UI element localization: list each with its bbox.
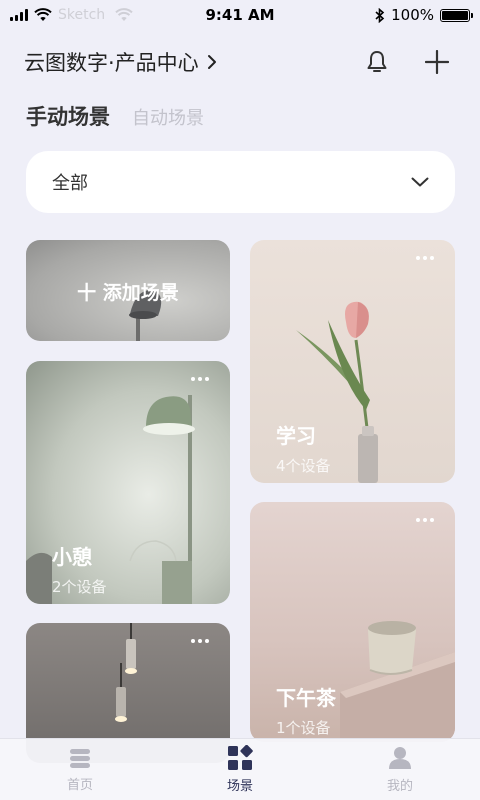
scene-grid-icon bbox=[228, 745, 253, 770]
chevron-right-icon bbox=[207, 55, 216, 69]
bell-icon bbox=[367, 51, 387, 72]
layers-icon bbox=[70, 749, 90, 768]
plus-icon bbox=[425, 50, 449, 74]
filter-value: 全部 bbox=[52, 173, 88, 194]
nav-home[interactable]: 首页 bbox=[20, 746, 140, 793]
battery-icon bbox=[440, 8, 473, 22]
more-options-button[interactable] bbox=[188, 371, 212, 387]
plus-icon: 十 bbox=[77, 282, 103, 304]
scene-label: 小憩 2个设备 bbox=[52, 541, 107, 597]
wifi-icon bbox=[34, 8, 52, 21]
header-actions bbox=[364, 49, 456, 75]
more-options-button[interactable] bbox=[413, 512, 437, 528]
scene-label: 学习 4个设备 bbox=[276, 420, 331, 476]
scene-device-count: 4个设备 bbox=[276, 457, 331, 475]
scene-label: 下午茶 1个设备 bbox=[276, 682, 336, 738]
wifi-icon bbox=[115, 8, 133, 21]
bluetooth-icon bbox=[375, 7, 385, 23]
tab-manual-scenes[interactable]: 手动场景 bbox=[26, 101, 110, 131]
scene-card-nap[interactable]: 小憩 2个设备 bbox=[26, 361, 230, 604]
more-options-button[interactable] bbox=[188, 633, 212, 649]
scene-device-count: 2个设备 bbox=[52, 578, 107, 596]
scene-name: 小憩 bbox=[52, 545, 92, 569]
signal-icon bbox=[10, 9, 28, 21]
nav-home-label: 首页 bbox=[66, 778, 93, 793]
add-scene-label: 十 添加场景 bbox=[77, 282, 179, 304]
status-left: Sketch bbox=[10, 7, 133, 23]
bottom-nav: 首页 场景 我的 bbox=[0, 738, 480, 800]
scene-tabs: 手动场景 自动场景 bbox=[26, 101, 204, 131]
carrier-label: Sketch bbox=[58, 7, 106, 23]
home-selector[interactable]: 云图数字·产品中心 bbox=[24, 47, 217, 77]
nav-scenes[interactable]: 场景 bbox=[180, 745, 300, 794]
nav-profile[interactable]: 我的 bbox=[340, 745, 460, 794]
user-icon bbox=[389, 747, 411, 769]
scene-name: 学习 bbox=[276, 424, 316, 448]
header: 云图数字·产品中心 bbox=[24, 44, 456, 80]
scene-device-count: 1个设备 bbox=[276, 719, 331, 737]
nav-scenes-label: 场景 bbox=[226, 779, 253, 794]
scene-card-afternoon-tea[interactable]: 下午茶 1个设备 bbox=[250, 502, 455, 742]
filter-dropdown[interactable]: 全部 bbox=[26, 151, 455, 213]
tab-auto-scenes[interactable]: 自动场景 bbox=[132, 104, 204, 130]
add-scene-card[interactable]: 十 添加场景 bbox=[26, 240, 230, 341]
chevron-down-icon bbox=[411, 177, 429, 187]
nav-profile-label: 我的 bbox=[386, 779, 413, 794]
home-title: 云图数字·产品中心 bbox=[24, 51, 199, 75]
notification-button[interactable] bbox=[364, 49, 390, 75]
scene-name: 下午茶 bbox=[276, 686, 336, 710]
status-right: 100% bbox=[375, 6, 473, 24]
status-bar: Sketch 9:41 AM 100% bbox=[0, 0, 480, 30]
more-options-button[interactable] bbox=[413, 250, 437, 266]
scene-card-study[interactable]: 学习 4个设备 bbox=[250, 240, 455, 483]
battery-percent: 100% bbox=[391, 6, 434, 24]
add-button[interactable] bbox=[424, 49, 450, 75]
